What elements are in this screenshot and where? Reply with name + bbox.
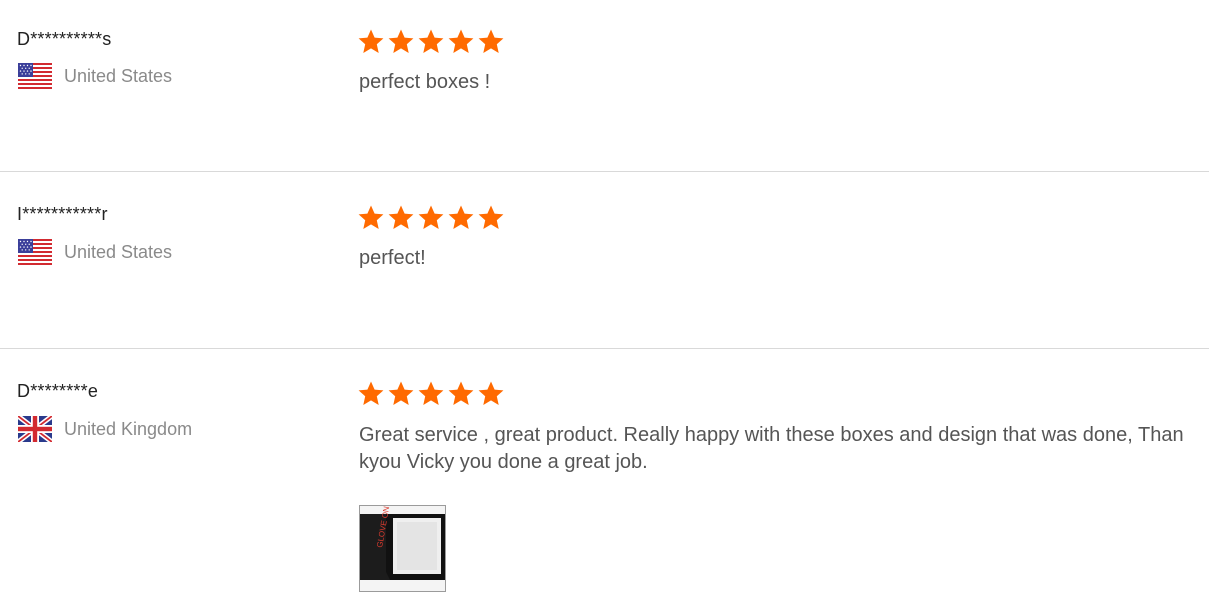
star-icon (387, 204, 415, 232)
star-icon (387, 28, 415, 56)
review-item: I***********r United States perfect! (0, 172, 1209, 348)
star-icon (477, 204, 505, 232)
star-icon (417, 204, 445, 232)
country-name: United States (64, 241, 173, 262)
star-icon (477, 380, 505, 408)
star-icon (477, 28, 505, 56)
reviewer-name: D**********s (17, 29, 112, 49)
review-text: Great service , great product. Really ha… (359, 424, 1184, 473)
review-text: perfect boxes ! (359, 71, 491, 93)
photo-image: GLOVE ON (360, 506, 445, 591)
star-icon (357, 28, 385, 56)
us-flag-icon (18, 239, 52, 265)
star-icon (357, 380, 385, 408)
star-rating (357, 204, 507, 232)
review-item: D**********s United States perfect boxes… (0, 0, 1209, 171)
reviewer-country: United Kingdom (18, 416, 192, 442)
star-icon (417, 28, 445, 56)
reviewer-country: United States (18, 239, 172, 265)
country-name: United Kingdom (64, 418, 193, 439)
star-icon (357, 204, 385, 232)
country-name: United States (64, 65, 173, 86)
review-photo-thumbnail[interactable]: GLOVE ON (359, 505, 446, 592)
star-icon (447, 204, 475, 232)
reviewer-name: D********e (17, 381, 99, 401)
review-text: perfect! (359, 247, 426, 269)
review-item: D********e United Kingdom Great service … (0, 349, 1209, 612)
star-icon (447, 380, 475, 408)
reviewer-country: United States (18, 63, 172, 89)
star-icon (447, 28, 475, 56)
star-icon (417, 380, 445, 408)
reviewer-name: I***********r (17, 204, 108, 224)
star-rating (357, 380, 507, 408)
star-icon (387, 380, 415, 408)
star-rating (357, 28, 507, 56)
uk-flag-icon (18, 416, 52, 442)
us-flag-icon (18, 63, 52, 89)
